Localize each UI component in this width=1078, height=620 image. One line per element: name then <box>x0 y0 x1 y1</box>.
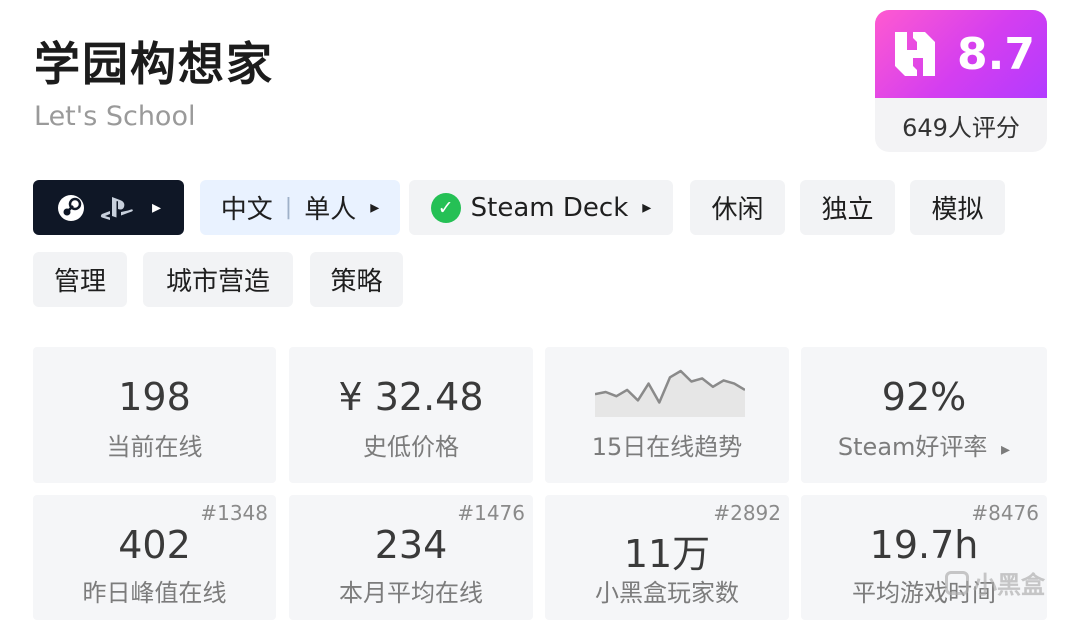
playstation-icon <box>100 196 133 220</box>
watermark-text: 小黑盒 <box>973 571 1045 599</box>
stat-label: Steam好评率 ▸ <box>801 427 1047 462</box>
divider: | <box>284 195 293 220</box>
stat-heybox-players: #2892 11万 小黑盒玩家数 <box>545 495 789 620</box>
stat-label: 小黑盒玩家数 <box>595 579 739 607</box>
score-header: 8.7 <box>875 10 1047 98</box>
tag-label: 策略 <box>330 267 383 297</box>
mode-label: 单人 <box>304 195 357 225</box>
stat-label: 史低价格 <box>363 433 459 461</box>
stat-steam-rating[interactable]: 92% Steam好评率 ▸ <box>801 347 1047 483</box>
stat-value: 234 <box>374 523 448 567</box>
stat-monthly-average: #1476 234 本月平均在线 <box>289 495 533 620</box>
stat-value: 92% <box>881 375 967 419</box>
stat-current-online: 198 当前在线 <box>33 347 276 483</box>
heybox-logo-icon <box>895 32 936 76</box>
tag-label: 管理 <box>53 267 106 297</box>
stat-label: 昨日峰值在线 <box>82 579 227 607</box>
rank-badge: #8476 <box>971 501 1039 525</box>
tag-chip[interactable]: 策略 <box>310 252 403 307</box>
tag-label: 独立 <box>821 195 874 225</box>
chevron-right-icon: ▸ <box>1001 439 1011 460</box>
game-title: 学园构想家 <box>34 37 274 91</box>
chevron-right-icon: ▸ <box>151 197 162 218</box>
platform-chip[interactable]: ▸ <box>33 180 184 235</box>
score-raters: 649人评分 <box>902 113 1020 142</box>
game-subtitle: Let's School <box>34 101 196 132</box>
language-chip[interactable]: 中文 | 单人 ▸ <box>200 180 400 235</box>
tag-label: 城市营造 <box>165 267 270 297</box>
heybox-watermark-icon <box>945 570 969 595</box>
tag-chip[interactable]: 独立 <box>800 180 895 235</box>
trend-sparkline <box>595 369 745 417</box>
language-label: 中文 <box>220 195 273 225</box>
chevron-right-icon: ▸ <box>642 197 652 218</box>
steam-icon <box>57 194 84 221</box>
rank-badge: #2892 <box>713 501 781 525</box>
tag-label: 休闲 <box>711 195 764 225</box>
stat-label: 当前在线 <box>106 433 203 461</box>
stat-value: 402 <box>118 523 191 567</box>
tag-chip[interactable]: 休闲 <box>690 180 785 235</box>
stat-value: 11万 <box>623 532 711 576</box>
tag-label: 模拟 <box>931 195 984 225</box>
stat-value: 198 <box>118 375 191 419</box>
rating-label: Steam好评率 <box>837 433 988 461</box>
rank-badge: #1348 <box>200 501 268 525</box>
stat-label: 本月平均在线 <box>339 579 483 607</box>
tag-chip[interactable]: 城市营造 <box>143 252 293 307</box>
chevron-right-icon: ▸ <box>370 197 380 218</box>
stat-average-playtime: #8476 19.7h 平均游戏时间 <box>801 495 1047 620</box>
score-card[interactable]: 8.7 649人评分 <box>875 10 1047 152</box>
tag-chip[interactable]: 管理 <box>33 252 127 307</box>
tag-chip[interactable]: 模拟 <box>910 180 1005 235</box>
rank-badge: #1476 <box>457 501 525 525</box>
stat-label: 15日在线趋势 <box>591 433 743 461</box>
score-value: 8.7 <box>957 28 1035 80</box>
stat-value: ¥ 32.48 <box>338 375 484 419</box>
check-circle-icon: ✓ <box>430 192 461 223</box>
stat-lowest-price: ¥ 32.48 史低价格 <box>289 347 533 483</box>
steam-deck-label: Steam Deck <box>470 192 629 223</box>
stat-value: 19.7h <box>869 523 979 567</box>
heybox-watermark: 小黑盒 <box>945 565 1045 600</box>
steam-deck-chip[interactable]: ✓ Steam Deck ▸ <box>409 180 673 235</box>
stat-peak-yesterday: #1348 402 昨日峰值在线 <box>33 495 276 620</box>
stat-online-trend[interactable]: 15日在线趋势 <box>545 347 789 483</box>
